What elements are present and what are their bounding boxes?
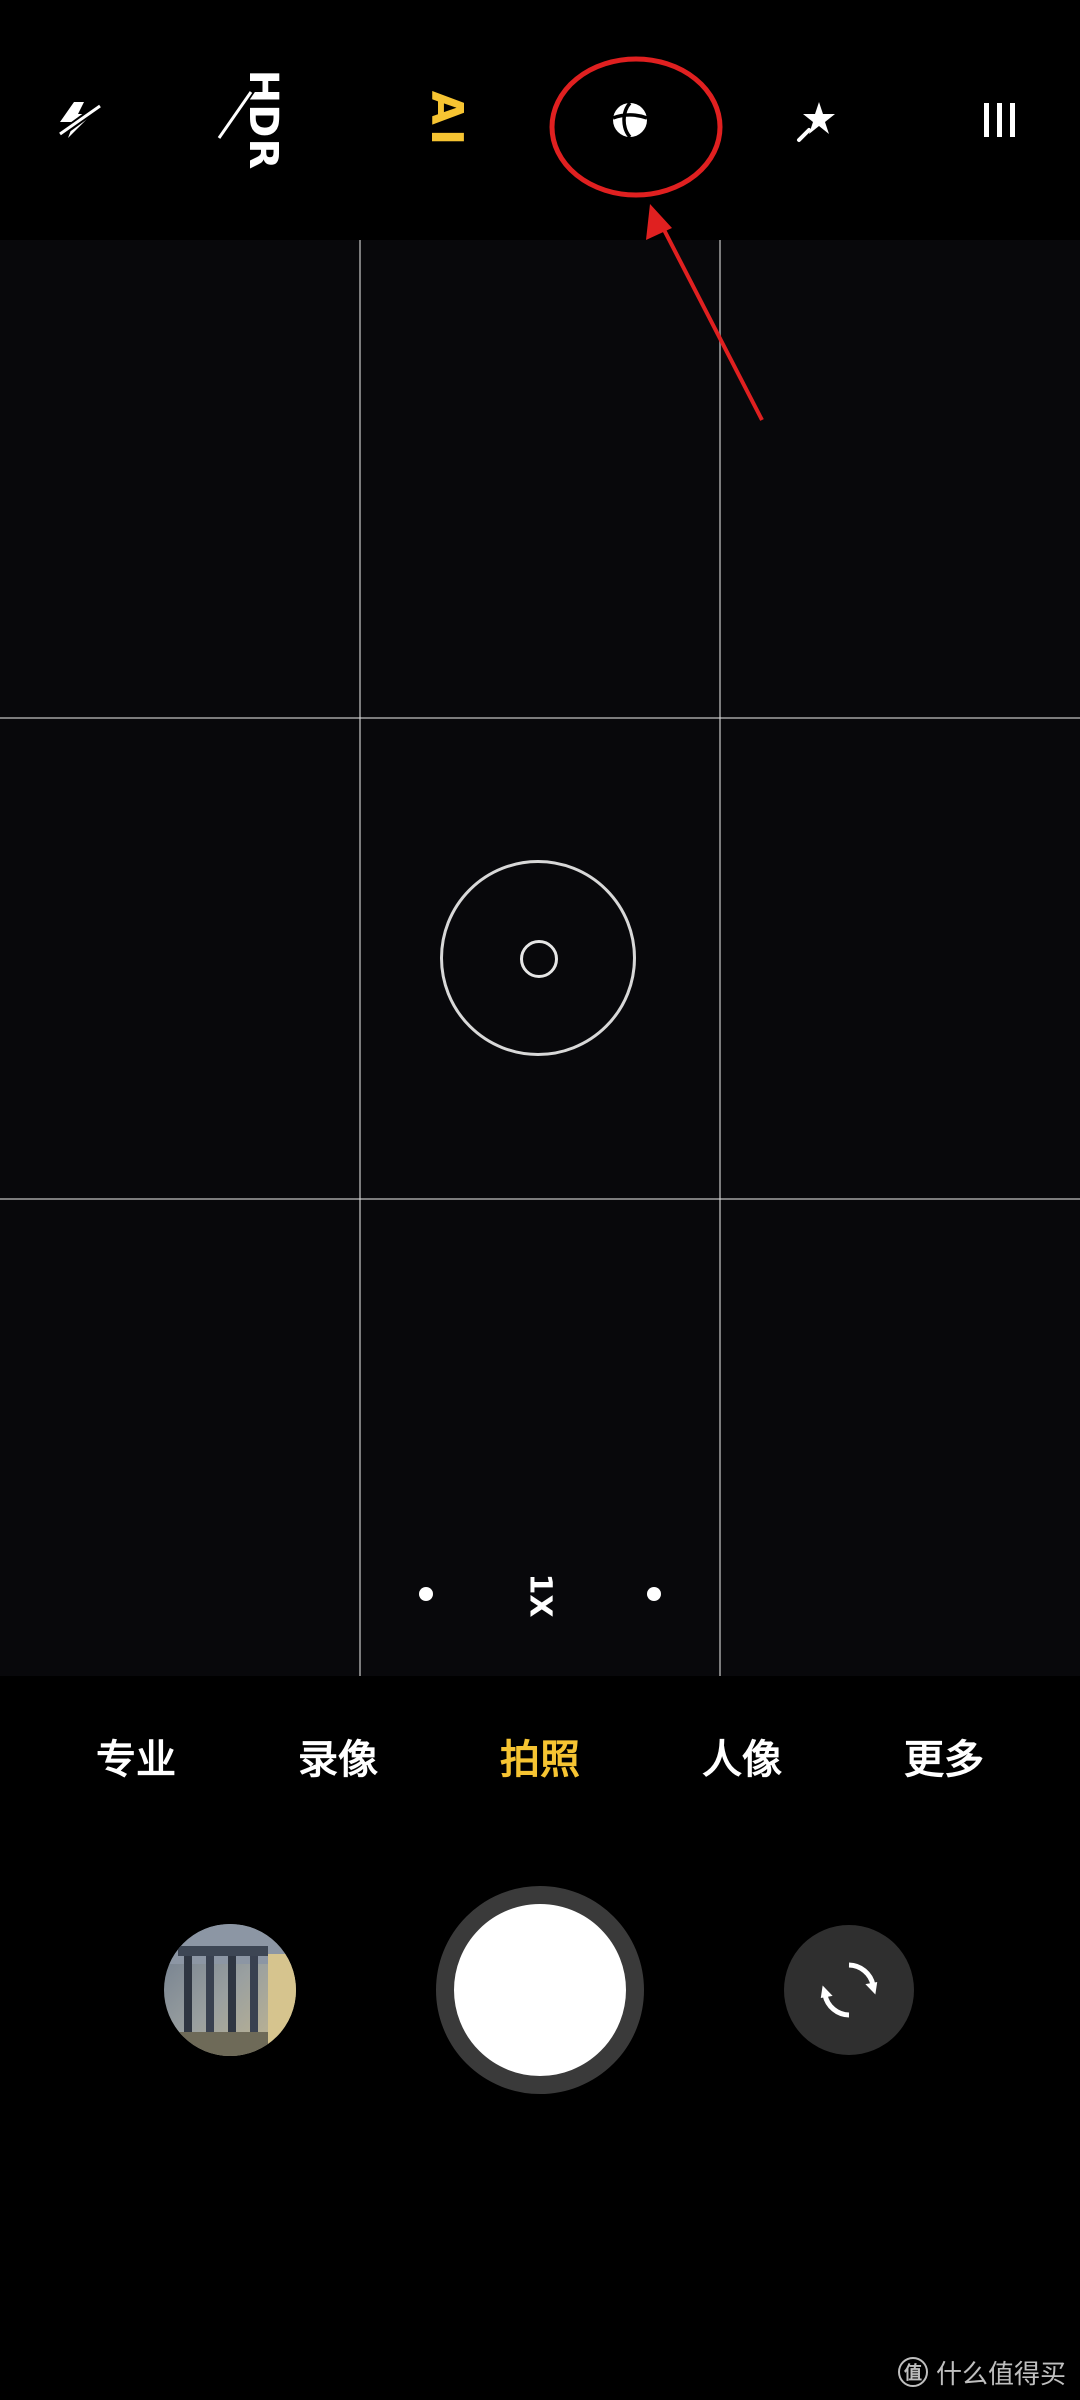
zoom-option-dot[interactable]	[419, 1587, 433, 1601]
mode-selector: 专业 录像 拍照 人像 更多	[0, 1720, 1080, 1800]
grid-line-vertical	[719, 240, 721, 1676]
camera-viewfinder[interactable]: 1X	[0, 240, 1080, 1676]
mode-photo[interactable]: 拍照	[460, 1720, 620, 1800]
flash-toggle-button[interactable]	[30, 70, 130, 170]
zoom-level-button[interactable]: 1X	[510, 1570, 570, 1620]
shutter-button[interactable]	[436, 1886, 644, 2094]
switch-camera-button[interactable]	[784, 1925, 914, 2055]
mode-pro[interactable]: 专业	[56, 1720, 216, 1800]
mode-more[interactable]: 更多	[864, 1720, 1024, 1800]
ai-scene-button[interactable]: AI	[396, 70, 496, 170]
settings-menu-icon	[984, 103, 1015, 137]
flash-off-icon	[55, 101, 105, 139]
watermark-badge: 值	[897, 2357, 928, 2387]
gallery-thumbnail[interactable]	[164, 1924, 296, 2056]
camera-app: HDR AI 1X 专业 录像 拍照 人像 更多 值 什么值得买	[0, 0, 1080, 2400]
ai-label: AI	[421, 90, 472, 150]
beauty-sparkle-icon	[797, 102, 835, 142]
watermark-text: 什么值得买	[935, 2359, 1066, 2390]
hdr-toggle-button[interactable]: HDR	[213, 70, 313, 170]
filter-icon	[612, 101, 648, 139]
top-toolbar: HDR AI	[0, 0, 1080, 240]
grid-line-horizontal	[0, 1198, 1080, 1200]
focus-center-dot	[520, 940, 558, 978]
mode-portrait[interactable]: 人像	[662, 1720, 822, 1800]
switch-camera-icon	[820, 1962, 878, 2018]
watermark: 值 什么值得买	[897, 2352, 1066, 2392]
hdr-off-slash-icon	[214, 88, 255, 142]
settings-menu-button[interactable]	[950, 70, 1050, 170]
mode-video[interactable]: 录像	[258, 1720, 418, 1800]
grid-line-horizontal	[0, 717, 1080, 719]
grid-line-vertical	[359, 240, 361, 1676]
zoom-level-label: 1X	[522, 1572, 558, 1618]
zoom-option-dot[interactable]	[647, 1587, 661, 1601]
beauty-button[interactable]	[767, 70, 867, 170]
gallery-preview-image	[164, 1924, 296, 2056]
filter-button[interactable]	[580, 70, 680, 170]
